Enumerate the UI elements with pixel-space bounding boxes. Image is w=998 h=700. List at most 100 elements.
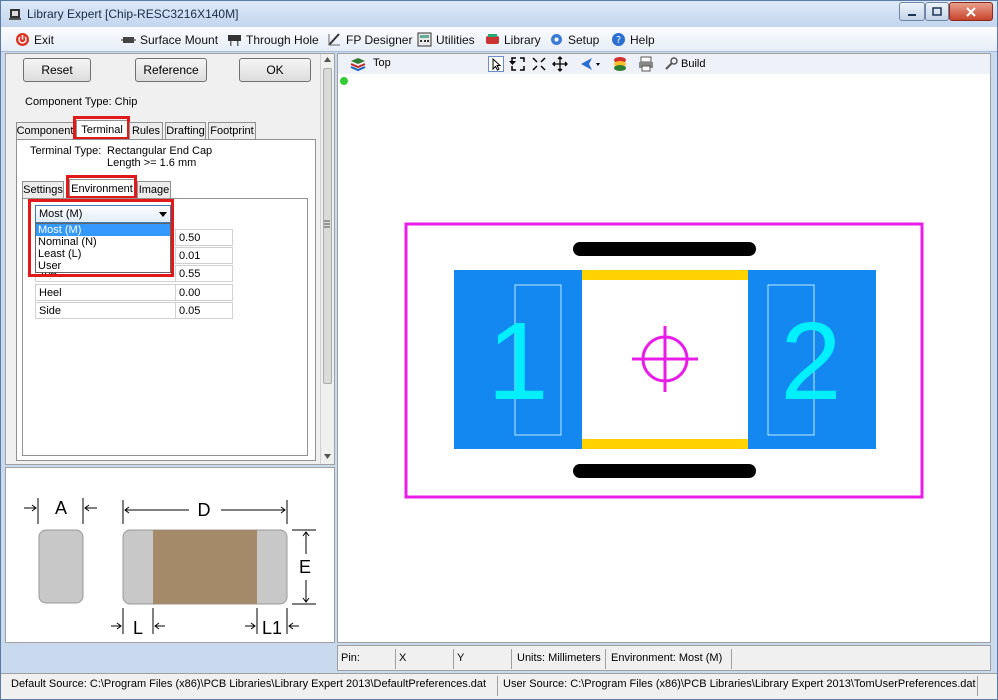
pad-1-number: 1 — [487, 300, 548, 423]
value-cell[interactable]: 0.50 — [175, 230, 233, 245]
footprint-canvas-pane: Top Build 1 2 — [337, 53, 991, 643]
app-status-bar: Default Source: C:\Program Files (x86)\P… — [1, 673, 997, 699]
component-type-label: Component Type: Chip — [25, 96, 138, 108]
close-icon — [966, 6, 976, 17]
default-source-path: Default Source: C:\Program Files (x86)\P… — [11, 678, 487, 690]
silkscreen-top — [573, 242, 756, 256]
menu-through-hole[interactable]: Through Hole — [227, 31, 319, 48]
menu-utilities-label: Utilities — [436, 32, 475, 47]
calculator-icon — [417, 32, 432, 47]
footprint-drawing[interactable]: 1 2 — [338, 74, 990, 642]
minimize-icon — [908, 13, 916, 16]
label-l: L — [133, 618, 143, 638]
build-label: Build — [681, 57, 706, 70]
menu-surface-mount[interactable]: Surface Mount — [121, 31, 218, 48]
subtab-image[interactable]: Image — [137, 181, 171, 198]
menu-fp-designer-label: FP Designer — [346, 32, 413, 47]
pan-icon[interactable] — [552, 56, 568, 72]
subtab-settings[interactable]: Settings — [22, 181, 64, 198]
menu-help[interactable]: ? Help — [611, 31, 655, 48]
menu-utilities[interactable]: Utilities — [417, 31, 475, 48]
menu-surface-mount-label: Surface Mount — [140, 32, 219, 47]
build-button[interactable]: Build — [664, 55, 705, 72]
silkscreen-bottom — [573, 464, 756, 478]
close-window-button[interactable] — [949, 2, 993, 21]
body-outline-top — [582, 270, 748, 280]
setup-gear-icon — [551, 34, 562, 45]
canvas-status-bar: Pin: X Y Units: Millimeters Environment:… — [337, 645, 991, 671]
menu-bar: Exit Surface Mount Through Hole FP Desig… — [1, 27, 997, 52]
value-cell[interactable]: 0.01 — [175, 248, 233, 263]
scroll-up-icon — [324, 57, 331, 62]
menu-library[interactable]: Library — [485, 31, 541, 48]
tab-rules[interactable]: Rules — [129, 122, 163, 139]
table-row: Heel 0.00 — [35, 284, 233, 301]
terminal-type-value: Rectangular End Cap — [107, 145, 213, 157]
menu-through-hole-label: Through Hole — [246, 32, 319, 47]
through-hole-icon — [228, 35, 241, 46]
layers-icon — [350, 58, 366, 72]
svg-text:?: ? — [616, 35, 621, 46]
tab-footprint[interactable]: Footprint — [208, 122, 256, 139]
status-units: Units: Millimeters — [514, 649, 606, 669]
zoom-extents-icon[interactable] — [531, 56, 547, 72]
tab-component[interactable]: Component — [16, 122, 74, 139]
menu-library-label: Library — [504, 32, 541, 47]
window-title: Library Expert [Chip-RESC3216X140M] — [27, 7, 239, 21]
status-y: Y — [454, 649, 512, 669]
reset-button[interactable]: Reset — [23, 58, 91, 82]
minimize-button[interactable] — [899, 2, 925, 21]
label-d: D — [198, 500, 211, 520]
value-cell[interactable]: 0.55 — [175, 266, 233, 281]
status-x: X — [396, 649, 454, 669]
chip-body — [153, 530, 257, 604]
ok-button[interactable]: OK — [239, 58, 311, 82]
maximize-button[interactable] — [925, 2, 949, 21]
value-cell[interactable]: 0.05 — [175, 303, 233, 318]
title-bar: Library Expert [Chip-RESC3216X140M] — [1, 1, 997, 27]
terminal-type-label: Terminal Type: — [30, 145, 102, 157]
menu-fp-designer[interactable]: FP Designer — [327, 31, 412, 48]
maximize-icon — [932, 6, 942, 16]
scroll-down-icon — [324, 454, 331, 459]
label-a: A — [55, 498, 67, 518]
power-icon — [16, 33, 29, 46]
dimension-diagram: A D E L L1 — [5, 467, 335, 643]
menu-exit-label: Exit — [34, 32, 55, 47]
direction-arrow-icon[interactable] — [578, 56, 602, 72]
help-icon: ? — [612, 33, 625, 46]
panel-scrollbar[interactable] — [320, 54, 334, 464]
label-l1: L1 — [262, 618, 282, 638]
terminal-tab-highlight — [73, 116, 130, 140]
body-outline-bottom — [582, 439, 748, 449]
designer-icon — [328, 33, 340, 46]
print-icon[interactable] — [638, 56, 654, 72]
layer-select-value: Top — [373, 57, 391, 69]
menu-exit[interactable]: Exit — [15, 31, 54, 48]
menu-setup[interactable]: Setup — [549, 31, 599, 48]
dropdown-highlight — [28, 199, 174, 277]
canvas-toolbar: Top Build — [338, 54, 990, 74]
environment-tab-highlight — [66, 175, 137, 199]
chip-icon — [121, 37, 136, 43]
status-pin: Pin: — [338, 649, 396, 669]
chip-end-view — [38, 529, 84, 604]
dimension-drawing: A D E L L1 — [24, 498, 316, 638]
tab-drafting[interactable]: Drafting — [165, 122, 206, 139]
layer-stack-icon[interactable] — [612, 56, 628, 72]
app-window: Library Expert [Chip-RESC3216X140M] Exit… — [0, 0, 998, 700]
pad-2-number: 2 — [780, 300, 841, 423]
library-icon — [486, 34, 499, 44]
terminal-type-subtext: Length >= 1.6 mm — [107, 157, 197, 169]
status-environment: Environment: Most (M) — [608, 649, 732, 669]
label-e: E — [299, 557, 311, 577]
user-source-path: User Source: C:\Program Files (x86)\PCB … — [503, 678, 976, 690]
reference-button[interactable]: Reference — [135, 58, 207, 82]
splitter-grip-icon[interactable] — [323, 219, 331, 229]
crosshair-icon — [632, 326, 698, 392]
app-logo-icon — [9, 9, 21, 20]
zoom-fit-icon[interactable] — [510, 56, 526, 72]
pointer-icon[interactable] — [488, 56, 504, 72]
value-cell[interactable]: 0.00 — [175, 285, 233, 300]
menu-help-label: Help — [630, 32, 655, 47]
